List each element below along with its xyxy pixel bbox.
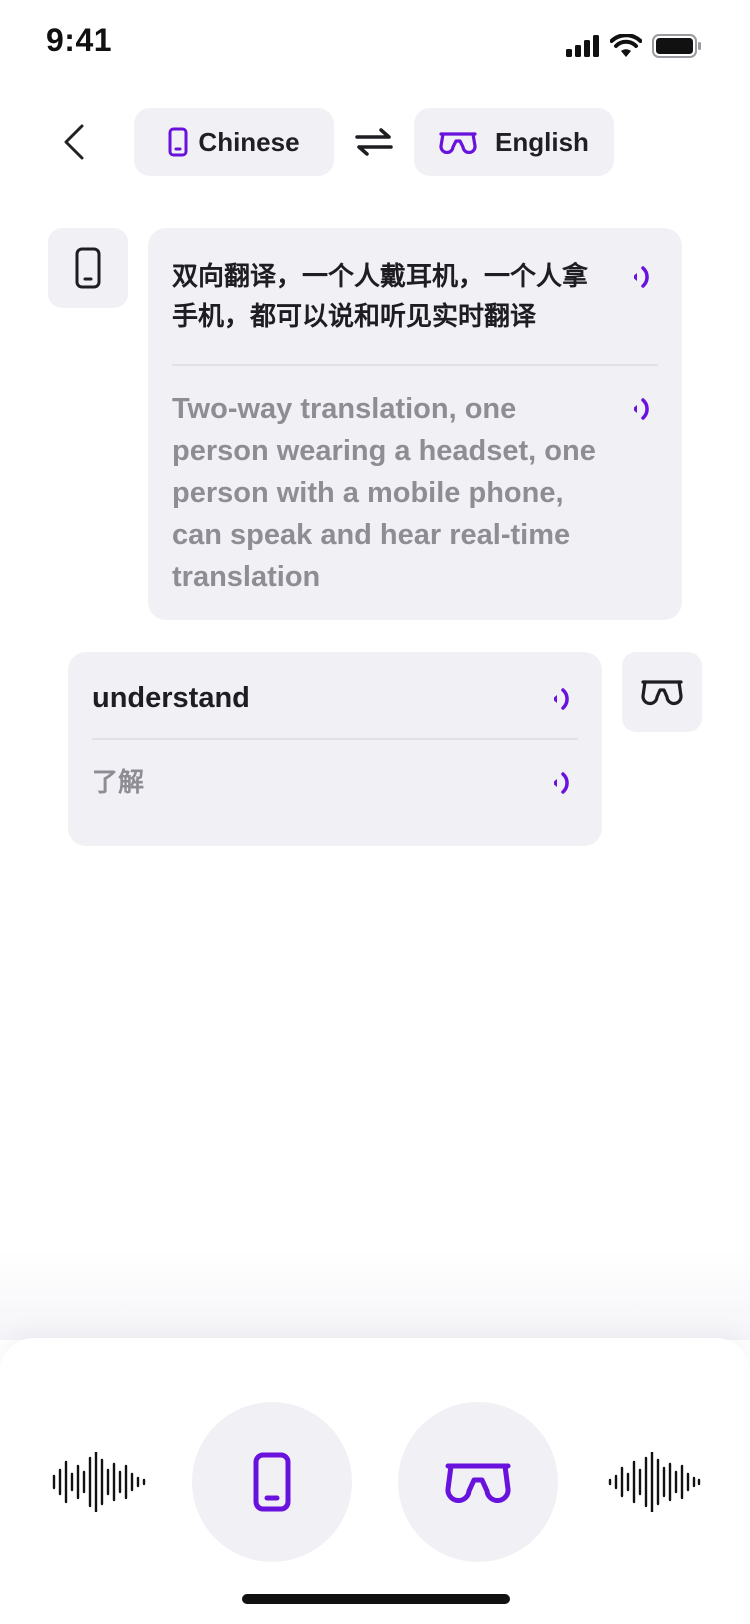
phone-speaker-avatar <box>48 228 128 308</box>
back-button[interactable] <box>52 116 96 168</box>
target-language-selector[interactable]: English <box>414 108 614 176</box>
translation-row: Two-way translation, one person wearing … <box>172 388 658 598</box>
message-bubble-phone: 双向翻译，一个人戴耳机，一个人拿手机，都可以说和听见实时翻译 Two-way t… <box>148 228 682 620</box>
target-language-label: English <box>495 126 589 157</box>
sound-wave-icon <box>608 1452 701 1512</box>
swap-languages-button[interactable] <box>352 122 396 162</box>
translation-row: 了解 <box>92 762 578 802</box>
battery-icon <box>652 34 701 58</box>
translation-text: 了解 <box>92 767 145 797</box>
phone-icon <box>75 247 101 289</box>
sound-wave-icon <box>52 1452 146 1512</box>
glasses-icon <box>641 680 683 706</box>
play-audio-icon[interactable] <box>548 768 578 798</box>
message-bubble-glasses: understand 了解 <box>68 652 602 846</box>
divider <box>92 738 578 740</box>
translation-screen: 9:41 Chinese English 双向翻译，一个人戴耳机，一个人拿手机，… <box>0 0 750 1624</box>
home-indicator[interactable] <box>242 1594 510 1604</box>
source-language-label: Chinese <box>198 126 300 157</box>
source-row: 双向翻译，一个人戴耳机，一个人拿手机，都可以说和听见实时翻译 <box>172 256 658 336</box>
play-audio-icon[interactable] <box>628 394 658 424</box>
play-audio-icon[interactable] <box>628 262 658 292</box>
signal-icon <box>566 35 599 57</box>
translation-text: Two-way translation, one person wearing … <box>172 393 596 593</box>
play-audio-icon[interactable] <box>548 684 578 714</box>
chevron-left-icon <box>64 124 84 160</box>
source-language-selector[interactable]: Chinese <box>134 108 334 176</box>
divider <box>172 364 658 366</box>
phone-icon <box>253 1452 291 1512</box>
glasses-icon <box>439 132 477 154</box>
wifi-icon <box>610 34 642 57</box>
source-text: understand <box>92 682 250 714</box>
glasses-speak-button[interactable] <box>398 1402 558 1562</box>
bottom-fade <box>0 1250 750 1340</box>
phone-speak-button[interactable] <box>192 1402 352 1562</box>
phone-icon <box>168 127 188 157</box>
status-time: 9:41 <box>46 22 113 58</box>
source-row: understand <box>92 678 578 718</box>
swap-arrows-icon <box>355 128 393 156</box>
source-text: 双向翻译，一个人戴耳机，一个人拿手机，都可以说和听见实时翻译 <box>172 261 589 331</box>
glasses-icon <box>445 1463 511 1503</box>
status-icons <box>566 34 702 58</box>
glasses-speaker-avatar <box>622 652 702 732</box>
